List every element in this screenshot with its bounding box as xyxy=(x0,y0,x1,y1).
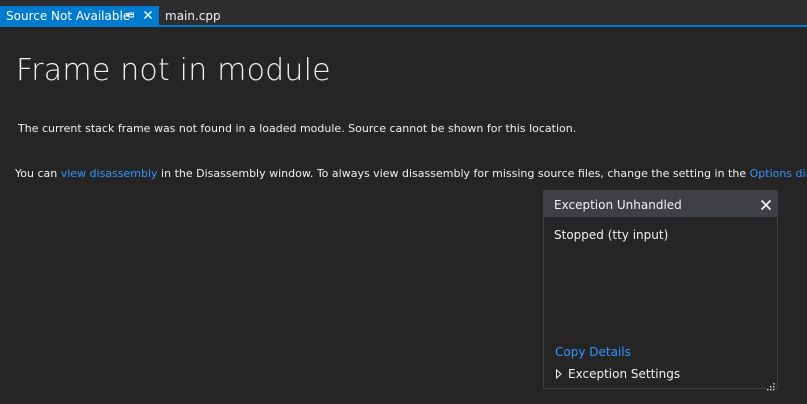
message-text: in the Disassembly window. To always vie… xyxy=(157,167,750,180)
view-disassembly-link[interactable]: view disassembly xyxy=(61,167,158,180)
tab-source-not-available[interactable]: Source Not Available xyxy=(0,6,159,25)
not-found-message: The current stack frame was not found in… xyxy=(18,122,577,135)
triangle-right-icon xyxy=(556,369,562,379)
options-dialog-link[interactable]: Options dialog xyxy=(750,167,807,180)
disassembly-message: You can view disassembly in the Disassem… xyxy=(15,167,807,180)
exception-popup-header[interactable]: Exception Unhandled xyxy=(544,191,777,217)
exception-settings-expander[interactable]: Exception Settings xyxy=(555,367,680,381)
tab-main-cpp[interactable]: main.cpp xyxy=(159,6,229,25)
close-icon[interactable] xyxy=(142,9,154,21)
editor-window: Source Not Available main.cpp Frame not … xyxy=(0,0,807,404)
exception-popup: Exception Unhandled Stopped (tty input) … xyxy=(543,190,778,391)
page-title: Frame not in module xyxy=(16,53,331,88)
exception-message: Stopped (tty input) xyxy=(554,228,669,242)
document-tab-strip: Source Not Available main.cpp xyxy=(0,0,807,25)
copy-details-link[interactable]: Copy Details xyxy=(555,345,631,359)
exception-settings-label: Exception Settings xyxy=(568,367,681,381)
tab-label: Source Not Available xyxy=(6,8,131,23)
close-icon[interactable] xyxy=(759,197,773,211)
tab-label: main.cpp xyxy=(165,8,221,23)
message-text: You can xyxy=(15,167,61,180)
document-content: Frame not in module The current stack fr… xyxy=(0,27,807,404)
resize-grip-icon[interactable] xyxy=(765,376,775,391)
pin-icon[interactable] xyxy=(124,9,136,21)
exception-popup-title: Exception Unhandled xyxy=(554,198,682,212)
